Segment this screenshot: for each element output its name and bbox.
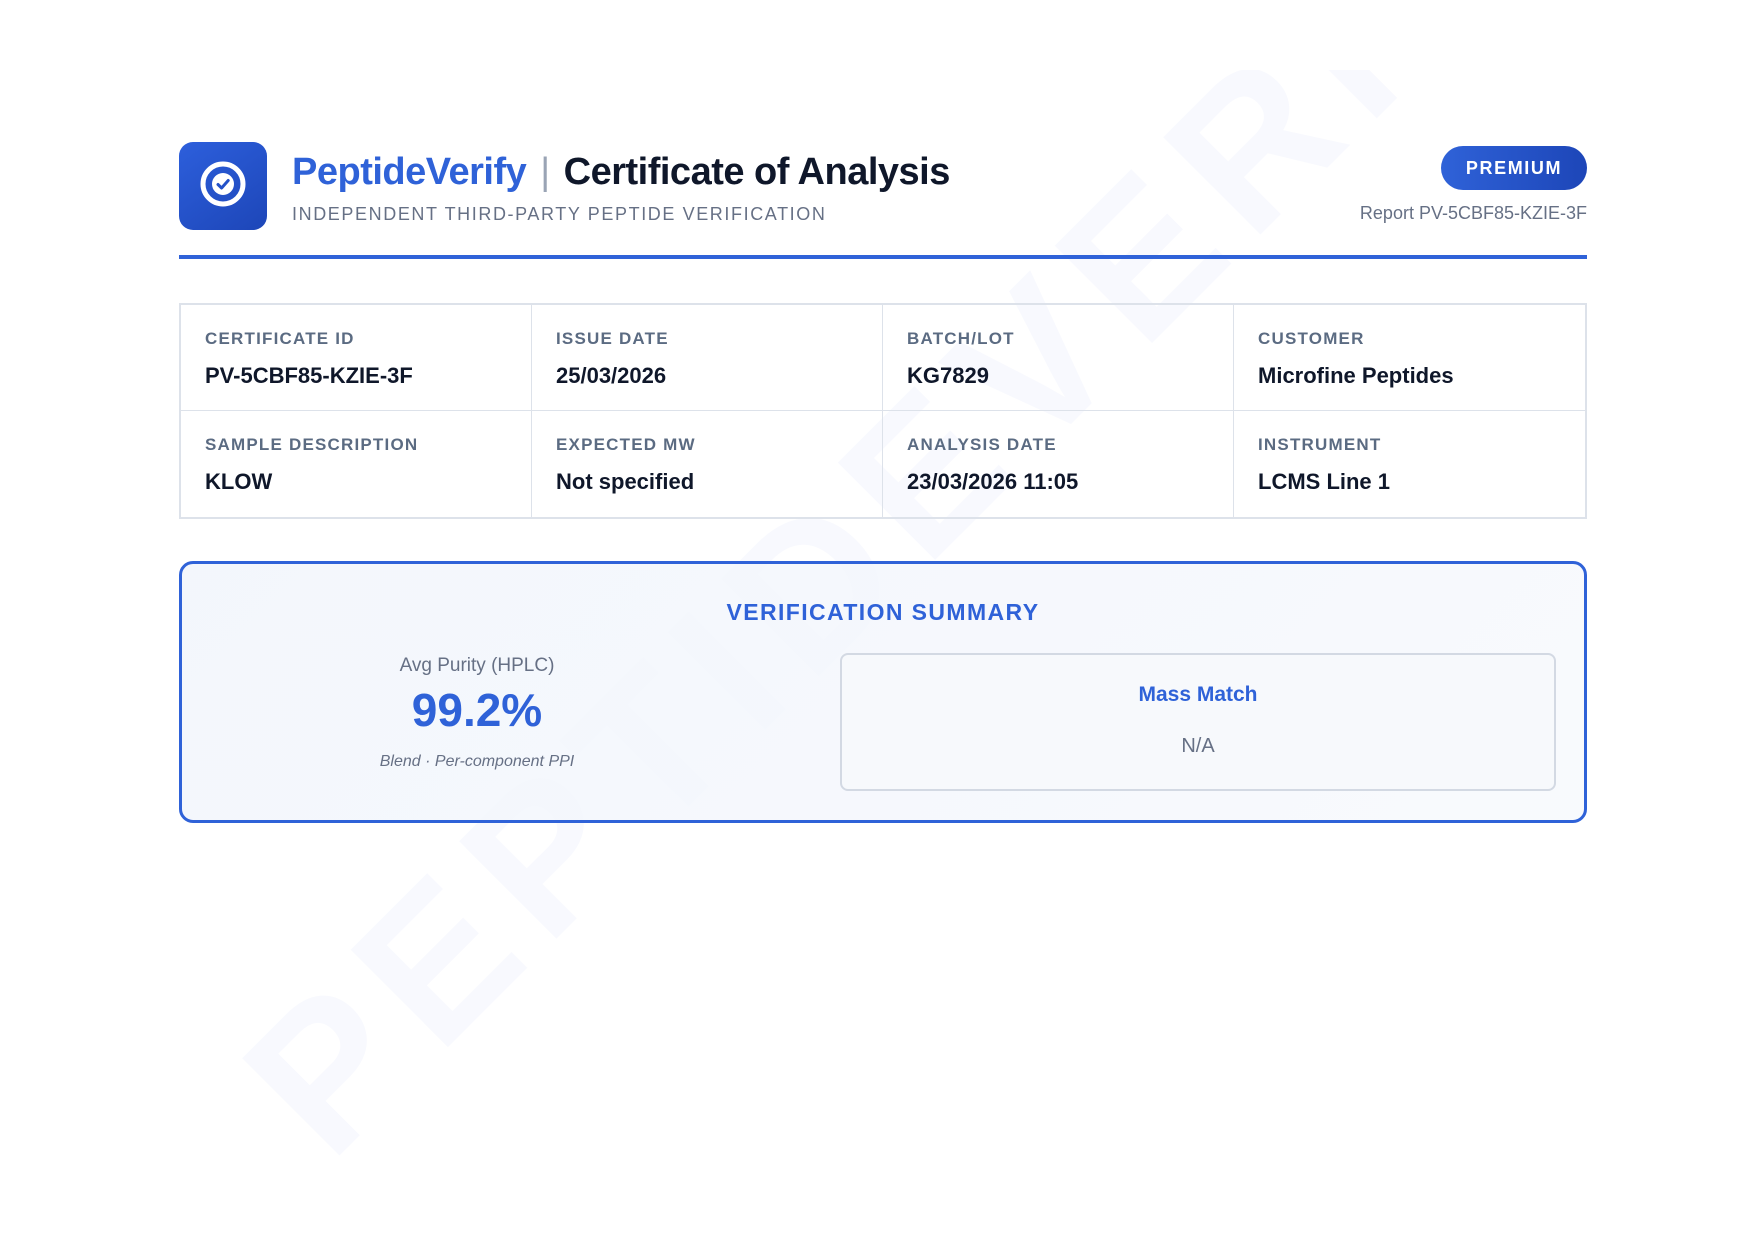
info-label: EXPECTED MW bbox=[556, 435, 696, 454]
summary-title: VERIFICATION SUMMARY bbox=[726, 599, 1040, 625]
premium-badge: PREMIUM bbox=[1441, 146, 1587, 190]
info-value: 23/03/2026 11:05 bbox=[907, 469, 1079, 494]
certificate-page: PeptideVerify | Certificate of Analysis IN… bbox=[179, 142, 1587, 823]
info-value: Microfine Peptides bbox=[1258, 363, 1454, 388]
info-value: LCMS Line 1 bbox=[1258, 469, 1391, 494]
info-cell-customer: CUSTOMER Microfine Peptides bbox=[1234, 305, 1585, 411]
info-label: ISSUE DATE bbox=[556, 329, 669, 348]
document-title: Certificate of Analysis bbox=[563, 151, 951, 193]
mass-match-value: N/A bbox=[1181, 735, 1215, 757]
info-label: BATCH/LOT bbox=[907, 329, 1015, 348]
info-label: CERTIFICATE ID bbox=[205, 329, 355, 348]
info-label: SAMPLE DESCRIPTION bbox=[205, 435, 419, 454]
header: PeptideVerify | Certificate of Analysis IN… bbox=[179, 142, 1587, 230]
check-badge-icon bbox=[198, 159, 248, 214]
logo bbox=[179, 142, 267, 230]
mass-match-title: Mass Match bbox=[1138, 683, 1258, 706]
info-grid: CERTIFICATE ID PV-5CBF85-KZIE-3F ISSUE D… bbox=[179, 303, 1587, 519]
brand-name: PeptideVerify bbox=[292, 151, 527, 193]
info-label: ANALYSIS DATE bbox=[907, 435, 1057, 454]
title-separator: | bbox=[540, 151, 550, 193]
info-value: Not specified bbox=[556, 469, 695, 494]
info-cell-certificate-id: CERTIFICATE ID PV-5CBF85-KZIE-3F bbox=[181, 305, 532, 411]
purity-value: 99.2% bbox=[411, 684, 543, 736]
info-value: 25/03/2026 bbox=[556, 363, 667, 388]
mass-match-box: Mass Match N/A bbox=[840, 653, 1556, 791]
info-cell-analysis-date: ANALYSIS DATE 23/03/2026 11:05 bbox=[883, 411, 1234, 517]
info-cell-expected-mw: EXPECTED MW Not specified bbox=[532, 411, 883, 517]
info-value: KLOW bbox=[205, 469, 273, 494]
info-cell-issue-date: ISSUE DATE 25/03/2026 bbox=[532, 305, 883, 411]
tagline: INDEPENDENT THIRD-PARTY PEPTIDE VERIFICA… bbox=[292, 204, 827, 224]
info-cell-batch-lot: BATCH/LOT KG7829 bbox=[883, 305, 1234, 411]
info-cell-instrument: INSTRUMENT LCMS Line 1 bbox=[1234, 411, 1585, 517]
title-line: PeptideVerify | Certificate of Analysis bbox=[292, 151, 950, 194]
verification-summary: VERIFICATION SUMMARY Avg Purity (HPLC) 9… bbox=[179, 561, 1587, 823]
info-value: KG7829 bbox=[907, 363, 989, 388]
purity-note: Blend · Per-component PPI bbox=[379, 753, 575, 770]
purity-label: Avg Purity (HPLC) bbox=[399, 655, 555, 676]
purity-block: Avg Purity (HPLC) 99.2% Blend · Per-comp… bbox=[327, 655, 627, 771]
report-id: Report PV-5CBF85-KZIE-3F bbox=[1359, 203, 1587, 223]
info-label: CUSTOMER bbox=[1258, 329, 1365, 348]
info-cell-sample-description: SAMPLE DESCRIPTION KLOW bbox=[181, 411, 532, 517]
header-divider bbox=[179, 255, 1587, 259]
info-value: PV-5CBF85-KZIE-3F bbox=[205, 363, 413, 388]
info-label: INSTRUMENT bbox=[1258, 435, 1382, 454]
